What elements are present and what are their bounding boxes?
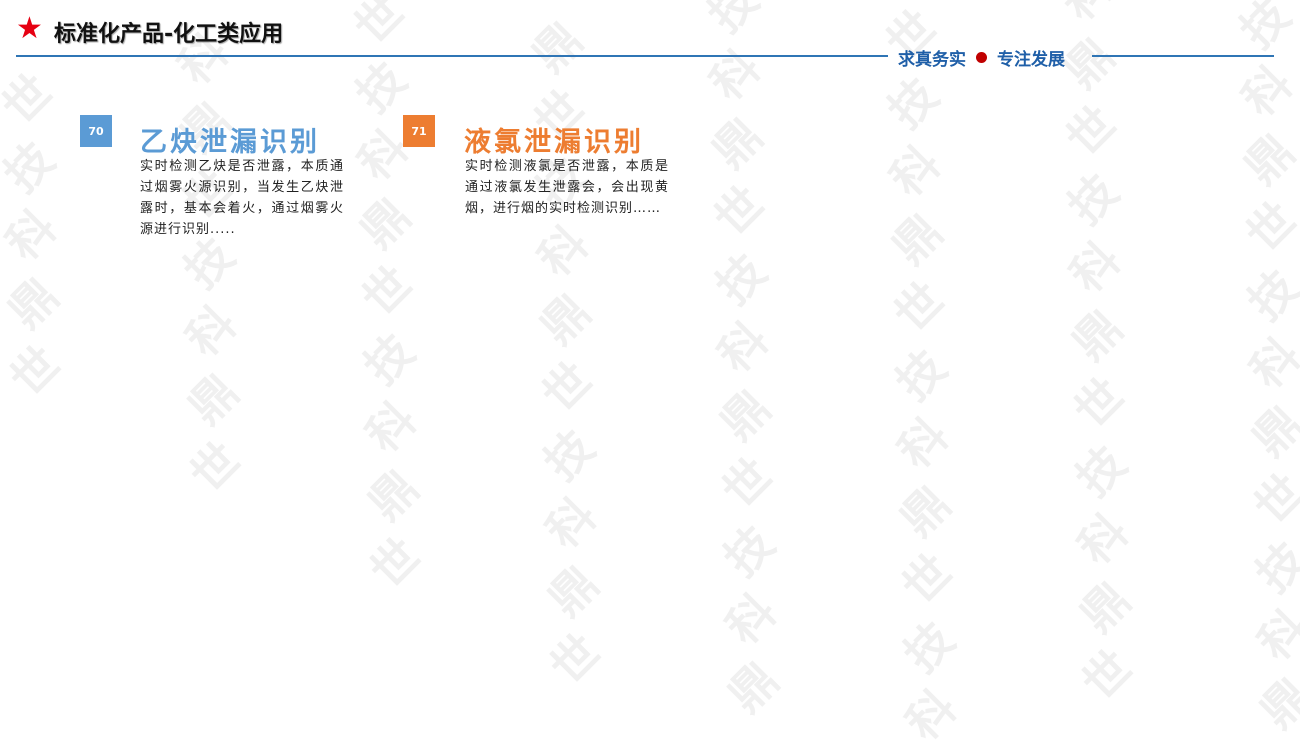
watermark-char: 世	[1063, 367, 1135, 439]
watermark-char: 科	[0, 199, 67, 271]
item-description: 实时检测液氯是否泄露，本质是通过液氯发生泄露会，会出现黄烟，进行烟的实时检测识别…	[465, 159, 669, 216]
watermark-char: 技	[353, 323, 425, 395]
watermark-char: 技	[885, 339, 957, 411]
watermark-char: 科	[1239, 327, 1300, 399]
watermark-char: 鼎	[529, 283, 601, 355]
watermark-char: 鼎	[1249, 667, 1300, 739]
watermark-char: 鼎	[889, 475, 961, 547]
watermark-char: 世	[703, 175, 775, 247]
watermark-char: 科	[1247, 599, 1300, 671]
page-title: 标准化产品-化工类应用	[54, 22, 284, 47]
watermark-char: 鼎	[709, 379, 781, 451]
watermark-char: 科	[715, 583, 787, 655]
watermark-char: 技	[0, 131, 65, 203]
watermark-char: 科	[879, 135, 951, 207]
item-title: 乙炔泄漏识别	[140, 127, 320, 158]
watermark-char: 世	[351, 255, 423, 327]
item-description: 实时检测乙炔是否泄露，本质通过烟雾火源识别，当发生乙炔泄露时，基本会着火，通过烟…	[140, 159, 344, 237]
slogan: 求真务实 专注发展	[898, 45, 1065, 70]
watermark-char: 世	[1235, 191, 1300, 263]
watermark-char: 鼎	[1233, 123, 1300, 195]
watermark-char: 技	[893, 611, 965, 683]
watermark-char: 技	[713, 515, 785, 587]
watermark-char: 科	[887, 407, 959, 479]
item-number-badge: 70	[80, 115, 112, 147]
watermark-char: 科	[175, 295, 247, 367]
watermark-char: 鼎	[1069, 571, 1141, 643]
watermark-char: 世	[359, 527, 431, 599]
watermark-char: 科	[535, 487, 607, 559]
watermark-char: 世	[1243, 463, 1300, 535]
watermark-char: 科	[707, 311, 779, 383]
watermark-char: 世	[1071, 639, 1143, 711]
watermark-char: 世	[711, 447, 783, 519]
page-header: ★ 标准化产品-化工类应用 求真务实 专注发展	[0, 0, 1300, 70]
watermark-char: 鼎	[349, 187, 421, 259]
watermark-char: 鼎	[701, 107, 773, 179]
watermark-char: 世	[539, 623, 611, 695]
watermark-char: 世	[179, 431, 251, 503]
watermark-char: 鼎	[881, 203, 953, 275]
bullet-dot-icon	[976, 51, 987, 63]
watermark-char: 技	[1245, 531, 1300, 603]
watermark-char: 科	[1067, 503, 1139, 575]
watermark-char: 技	[1237, 259, 1300, 331]
slogan-left: 求真务实	[898, 49, 966, 70]
watermark-char: 科	[1059, 231, 1131, 303]
watermark-char: 鼎	[1241, 395, 1300, 467]
watermark-char: 科	[527, 215, 599, 287]
watermark-char: 世	[0, 335, 71, 407]
watermark-char: 鼎	[357, 459, 429, 531]
item-number-badge: 71	[403, 115, 435, 147]
header-divider-right	[1092, 55, 1274, 57]
watermark-char: 技	[1057, 163, 1129, 235]
watermark-char: 科	[355, 391, 427, 463]
watermark-layer: 世科世技鼎技鼎技科世科世科世科鼎技鼎技鼎技鼎技世科世科世科世科鼎技鼎技鼎技鼎世科…	[0, 0, 1300, 750]
watermark-char: 世	[531, 351, 603, 423]
watermark-char: 鼎	[537, 555, 609, 627]
watermark-char: 鼎	[177, 363, 249, 435]
watermark-char: 鼎	[1061, 299, 1133, 371]
watermark-char: 鼎	[0, 267, 69, 339]
watermark-char: 技	[1065, 435, 1137, 507]
watermark-char: 技	[877, 67, 949, 139]
watermark-char: 技	[533, 419, 605, 491]
item-title: 液氯泄漏识别	[464, 127, 644, 158]
watermark-char: 鼎	[717, 651, 789, 723]
star-icon: ★	[16, 11, 43, 46]
slogan-right: 专注发展	[997, 49, 1065, 70]
header-divider-left	[16, 55, 888, 57]
watermark-char: 世	[883, 271, 955, 343]
watermark-char: 科	[895, 679, 967, 751]
watermark-char: 技	[705, 243, 777, 315]
watermark-char: 世	[891, 543, 963, 615]
watermark-char: 世	[1055, 95, 1127, 167]
